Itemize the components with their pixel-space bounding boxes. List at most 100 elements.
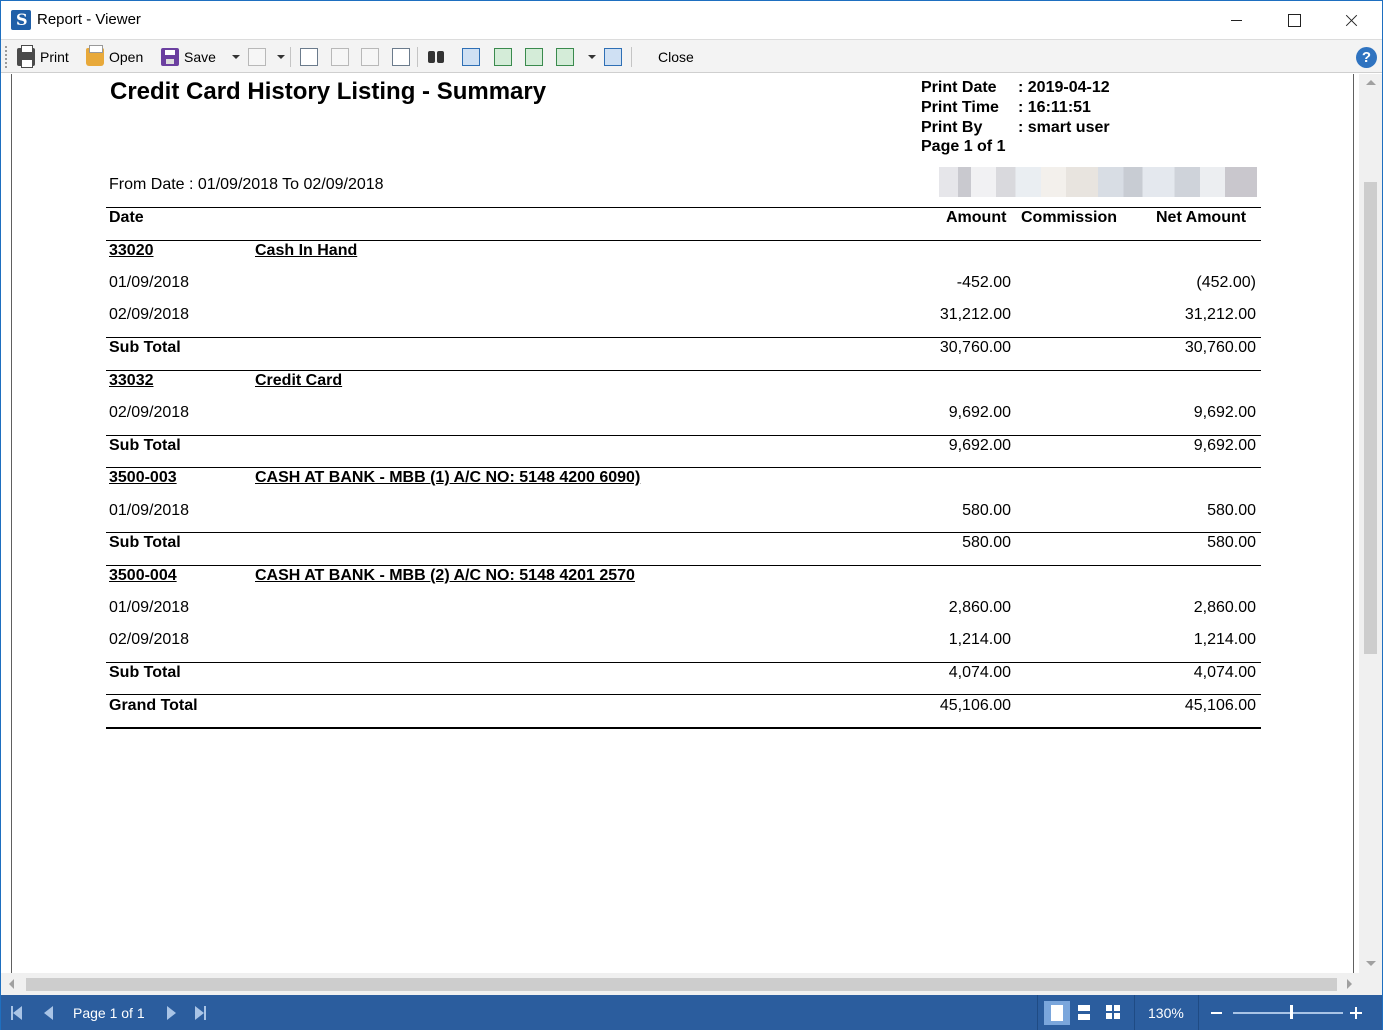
parameters-icon[interactable] [331, 48, 349, 66]
print-button[interactable]: Print [17, 45, 69, 68]
print-label: Print [40, 49, 69, 65]
single-page-mode-icon[interactable] [1044, 1001, 1070, 1025]
group-name: CASH AT BANK - MBB (1) A/C NO: 5148 4200… [255, 469, 641, 486]
group-name: Credit Card [255, 372, 343, 389]
group-code: 3500-004 [109, 567, 177, 584]
first-page-icon[interactable] [11, 1006, 22, 1020]
multiple-pages-icon[interactable] [556, 48, 574, 66]
subtotal-amount: 4,074.00 [948, 664, 1011, 681]
zoom-in-icon[interactable] [1350, 1007, 1362, 1019]
scroll-right-arrow-icon[interactable] [1347, 979, 1352, 989]
view-mode-dropdown-arrow-icon[interactable] [588, 55, 596, 59]
row-date: 02/09/2018 [109, 631, 190, 648]
blurred-company-logo [939, 167, 1257, 197]
toolbar-grip[interactable] [5, 46, 8, 68]
thumbnails-icon[interactable] [361, 48, 379, 66]
multiple-pages-mode-icon[interactable] [1106, 1005, 1120, 1019]
horizontal-scrollbar[interactable] [1, 973, 1359, 995]
export-dropdown-arrow-icon[interactable] [277, 55, 285, 59]
column-header-commission: Commission [1021, 209, 1118, 226]
subtotal-net-amount: 580.00 [1207, 534, 1256, 551]
single-page-view-icon[interactable] [462, 48, 480, 66]
subtotal-label: Sub Total [109, 339, 181, 356]
page-border-left [11, 74, 12, 973]
last-page-icon[interactable] [195, 1006, 206, 1020]
toolbar-separator [631, 47, 632, 67]
subtotal-rule-bottom [106, 370, 1261, 371]
find-binoculars-icon[interactable] [427, 48, 445, 66]
save-button[interactable]: Save [161, 46, 240, 68]
close-report-button[interactable]: Close [658, 46, 694, 68]
open-label: Open [109, 49, 144, 65]
row-amount: 9,692.00 [948, 404, 1011, 421]
grand-total-rule-bottom [106, 727, 1261, 729]
subtotal-rule-top [106, 662, 1261, 663]
page-indicator[interactable]: Page 1 of 1 [73, 1005, 145, 1021]
toolbar-separator [290, 47, 291, 67]
open-button[interactable]: Open [86, 45, 144, 68]
export-icon[interactable] [248, 48, 266, 66]
help-icon[interactable]: ? [1356, 47, 1377, 68]
horizontal-scroll-thumb[interactable] [26, 978, 1337, 991]
zoom-level[interactable]: 130% [1148, 1005, 1184, 1021]
scroll-down-arrow-icon[interactable] [1366, 961, 1376, 966]
previous-page-icon[interactable] [44, 1006, 53, 1020]
save-label: Save [184, 49, 216, 65]
two-pages-icon[interactable] [525, 48, 543, 66]
column-header-date: Date [109, 209, 144, 226]
full-screen-icon[interactable] [604, 48, 622, 66]
close-label: Close [658, 49, 694, 65]
continuous-mode-icon[interactable] [1077, 1003, 1091, 1023]
report-title: Credit Card History Listing - Summary [110, 78, 547, 105]
subtotal-amount: 580.00 [962, 534, 1011, 551]
row-amount: 31,212.00 [939, 306, 1011, 323]
app-logo-icon [11, 10, 31, 30]
folder-open-icon [86, 45, 104, 66]
row-date: 01/09/2018 [109, 599, 190, 616]
row-amount: 1,214.00 [948, 631, 1011, 648]
row-amount: 580.00 [962, 502, 1011, 519]
save-dropdown-arrow-icon[interactable] [231, 55, 240, 59]
scroll-up-arrow-icon[interactable] [1366, 80, 1376, 85]
row-net-amount: (452.00) [1196, 274, 1256, 291]
subtotal-rule-top [106, 435, 1261, 436]
minimize-button[interactable] [1207, 1, 1265, 39]
scroll-left-arrow-icon[interactable] [9, 979, 14, 989]
close-window-button[interactable] [1323, 1, 1381, 39]
toolbar-separator [417, 47, 418, 67]
row-net-amount: 31,212.00 [1184, 306, 1256, 323]
subtotal-label: Sub Total [109, 664, 181, 681]
subtotal-net-amount: 9,692.00 [1193, 437, 1256, 454]
vertical-scrollbar[interactable] [1359, 74, 1382, 973]
row-net-amount: 9,692.00 [1193, 404, 1256, 421]
print-date-value: : 2019-04-12 [1018, 79, 1110, 96]
subtotal-rule-top [106, 337, 1261, 338]
zoom-slider[interactable] [1233, 1012, 1343, 1014]
header-rule-top [106, 207, 1261, 208]
zoom-out-icon[interactable] [1211, 1012, 1222, 1014]
print-time-label: Print Time [921, 99, 999, 116]
print-time-value: : 16:11:51 [1018, 99, 1091, 116]
report-viewer-window: Report - Viewer Print Open Save [0, 0, 1383, 1030]
row-amount: 2,860.00 [948, 599, 1011, 616]
group-name: CASH AT BANK - MBB (2) A/C NO: 5148 4201… [255, 567, 635, 584]
row-date: 02/09/2018 [109, 306, 190, 323]
grand-total-net-amount: 45,106.00 [1184, 697, 1256, 714]
grand-total-label: Grand Total [109, 697, 198, 714]
next-page-icon[interactable] [167, 1006, 176, 1020]
bookmarks-icon[interactable] [300, 48, 318, 66]
row-net-amount: 580.00 [1207, 502, 1256, 519]
row-date: 01/09/2018 [109, 274, 190, 291]
status-separator [1198, 995, 1199, 1030]
page-count-label: Page 1 of 1 [921, 138, 1006, 155]
group-name: Cash In Hand [255, 242, 358, 259]
zoom-slider-thumb[interactable] [1290, 1005, 1293, 1019]
group-code: 33032 [109, 372, 154, 389]
vertical-scroll-thumb[interactable] [1364, 182, 1377, 654]
column-header-net-amount: Net Amount [1156, 209, 1247, 226]
editor-icon[interactable] [392, 48, 410, 66]
print-by-label: Print By [921, 119, 983, 136]
subtotal-rule-top [106, 532, 1261, 533]
maximize-button[interactable] [1265, 1, 1323, 39]
page-width-icon[interactable] [494, 48, 512, 66]
